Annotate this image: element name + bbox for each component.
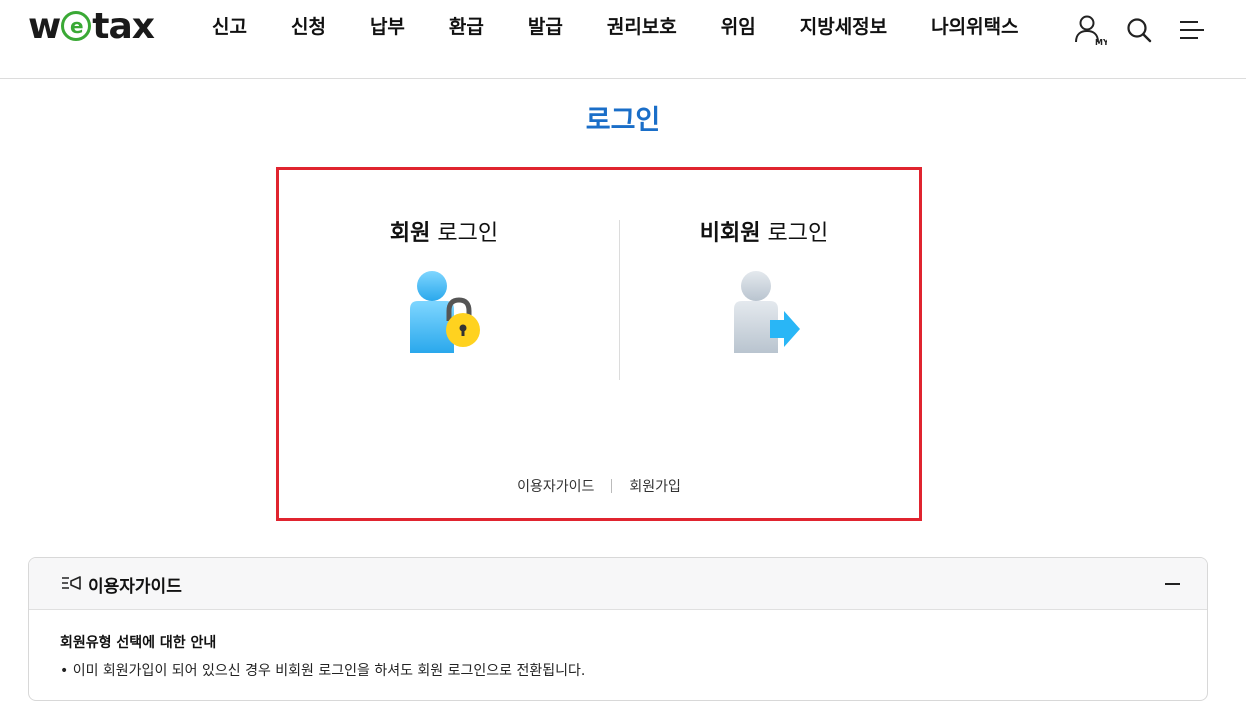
logo-e-circle: e [61,11,92,41]
user-guide-title: 이용자가이드 [88,577,182,597]
member-login-button[interactable]: 회원 로그인 [324,215,564,355]
user-guide-panel: 이용자가이드 회원유형 선택에 대한 안내 • 이미 회원가입이 되어 있으신 … [28,557,1208,701]
logo-tax: tax [92,5,155,47]
my-page-button[interactable]: MY [1072,12,1108,48]
nav-item-local-tax-info[interactable]: 지방세정보 [778,12,909,42]
guest-login-title: 비회원 로그인 [644,215,884,247]
minus-icon [1165,583,1180,585]
wetax-logo[interactable]: w e tax [28,5,155,47]
nav-item-issue[interactable]: 발급 [506,12,585,42]
collapse-toggle[interactable] [1163,574,1183,594]
main-nav: 신고 신청 납부 환급 발급 권리보호 위임 지방세정보 나의위택스 [190,12,1041,42]
guest-login-button[interactable]: 비회원 로그인 [644,215,884,355]
search-button[interactable] [1121,12,1157,48]
guest-login-title-rest: 로그인 [760,221,829,246]
signup-link[interactable]: 회원가입 [629,476,681,496]
nav-item-refund[interactable]: 환급 [427,12,506,42]
nav-item-apply[interactable]: 신청 [269,12,348,42]
megaphone-icon [62,576,81,590]
guest-login-title-bold: 비회원 [699,221,761,246]
user-guide-body: 회원유형 선택에 대한 안내 • 이미 회원가입이 되어 있으신 경우 비회원 … [29,610,1207,680]
member-login-title-bold: 회원 [389,221,431,246]
user-icon: MY [1075,15,1107,47]
guide-item: • 이미 회원가입이 되어 있으신 경우 비회원 로그인을 하셔도 회원 로그인… [60,663,586,679]
page-title: 로그인 [585,105,661,136]
search-icon [1127,18,1152,43]
guide-subtitle: 회원유형 선택에 대한 안내 [60,635,217,651]
menu-button[interactable] [1174,12,1210,48]
user-lock-icon [410,271,480,353]
menu-icon [1180,21,1204,39]
user-guide-link[interactable]: 이용자가이드 [517,476,594,496]
nav-item-my-wetax[interactable]: 나의위택스 [909,12,1040,42]
user-guide-header[interactable]: 이용자가이드 [29,558,1207,610]
link-separator [611,479,613,493]
logo-w: w [28,5,61,47]
column-divider [619,220,620,380]
nav-item-report[interactable]: 신고 [190,12,269,42]
member-login-title: 회원 로그인 [324,215,564,247]
login-links: 이용자가이드 회원가입 [279,476,919,496]
member-login-title-rest: 로그인 [430,221,499,246]
site-header: w e tax 신고 신청 납부 환급 발급 권리보호 위임 지방세정보 나의위택스… [0,0,1246,79]
nav-item-delegation[interactable]: 위임 [699,12,778,42]
my-label: MY [1095,38,1107,47]
nav-item-payment[interactable]: 납부 [348,12,427,42]
nav-item-rights[interactable]: 권리보호 [585,12,699,42]
login-type-panel: 회원 로그인 비회원 로그인 이용자가이드 회원가입 [276,167,922,521]
user-arrow-icon [734,271,800,353]
